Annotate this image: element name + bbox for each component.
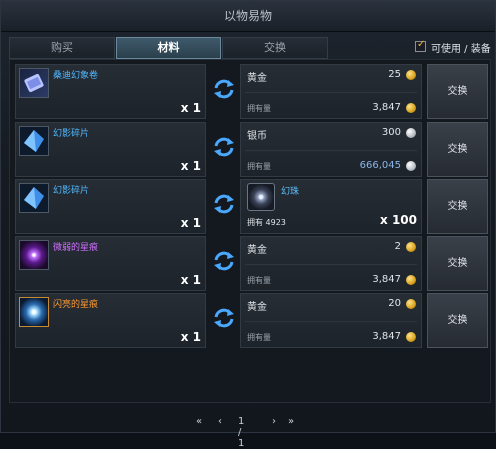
gold-coin-icon — [406, 332, 416, 342]
reward-item-slot[interactable]: 闪亮的星痕 x 1 — [15, 293, 206, 348]
swap-arrows-icon — [212, 192, 236, 216]
exchange-button[interactable]: 交换 — [427, 122, 488, 177]
reward-item-slot[interactable]: 幻影碎片 x 1 — [15, 179, 206, 234]
owned-amount: 拥有 4923 — [247, 218, 286, 227]
cost-divider — [245, 92, 417, 93]
tab-buy[interactable]: 购买 — [9, 37, 115, 59]
cost-item-qty: x 100 — [380, 213, 417, 227]
owned-label: 拥有量 — [247, 162, 271, 171]
swap-arrows-icon — [212, 77, 236, 101]
cost-currency-name: 银币 — [247, 131, 267, 142]
barter-window: 以物易物 购买 材料 交换 ✓ 可使用 / 装备 桑迪幻象卷 x 1 黄金 25… — [0, 0, 496, 449]
reward-item-name: 微弱的星痕 — [53, 243, 99, 253]
cost-amount: 25 — [388, 69, 401, 80]
phantom-orb-icon — [247, 183, 275, 211]
owned-amount: 3,847 — [372, 331, 401, 342]
owned-amount: 3,847 — [372, 274, 401, 285]
exchange-button[interactable]: 交换 — [427, 236, 488, 291]
cost-item-name: 幻珠 — [281, 187, 300, 197]
crystal-shard-icon — [19, 183, 49, 213]
reward-item-name: 桑迪幻象卷 — [53, 71, 99, 81]
swap-arrows-icon — [212, 306, 236, 330]
reward-item-qty: x 1 — [180, 159, 201, 173]
gold-coin-icon — [406, 70, 416, 80]
cost-currency-name: 黄金 — [247, 73, 267, 84]
exchange-row: 闪亮的星痕 x 1 黄金 20 拥有量 3,847 交换 — [15, 293, 488, 348]
reward-item-qty: x 1 — [180, 330, 201, 344]
cost-divider — [245, 321, 417, 322]
cost-slot: 黄金 2 拥有量 3,847 — [240, 236, 422, 291]
cost-amount: 2 — [394, 241, 401, 252]
exchange-button[interactable]: 交换 — [427, 179, 488, 234]
gold-coin-icon — [406, 242, 416, 252]
cost-divider — [245, 264, 417, 265]
checkmark-icon: ✓ — [417, 39, 426, 50]
scroll-icon — [19, 68, 49, 98]
gold-coin-icon — [406, 299, 416, 309]
reward-item-slot[interactable]: 幻影碎片 x 1 — [15, 122, 206, 177]
exchange-button[interactable]: 交换 — [427, 293, 488, 348]
owned-amount: 666,045 — [359, 160, 401, 171]
swap-arrows-icon — [212, 135, 236, 159]
reward-item-qty: x 1 — [180, 273, 201, 287]
exchange-row: 幻影碎片 x 1 银币 300 拥有量 666,045 交换 — [15, 122, 488, 177]
reward-item-slot[interactable]: 桑迪幻象卷 x 1 — [15, 64, 206, 119]
cost-slot: 黄金 20 拥有量 3,847 — [240, 293, 422, 348]
cost-amount: 20 — [388, 298, 401, 309]
crystal-shard-icon — [19, 126, 49, 156]
swap-arrows-icon — [212, 249, 236, 273]
star-mark-purple-icon — [19, 240, 49, 270]
gold-coin-icon — [406, 103, 416, 113]
reward-item-qty: x 1 — [180, 216, 201, 230]
next-page-icon[interactable]: › — [272, 416, 276, 427]
owned-label: 拥有量 — [247, 276, 271, 285]
cost-slot: 银币 300 拥有量 666,045 — [240, 122, 422, 177]
owned-label: 拥有量 — [247, 104, 271, 113]
cost-slot[interactable]: 幻珠 拥有 4923 x 100 — [240, 179, 422, 234]
first-page-icon[interactable]: « — [196, 416, 202, 427]
reward-item-slot[interactable]: 微弱的星痕 x 1 — [15, 236, 206, 291]
owned-label: 拥有量 — [247, 333, 271, 342]
window-title: 以物易物 — [1, 1, 495, 32]
star-mark-orange-icon — [19, 297, 49, 327]
reward-item-name: 闪亮的星痕 — [53, 300, 99, 310]
cost-currency-name: 黄金 — [247, 302, 267, 313]
usable-filter-checkbox[interactable]: ✓ — [415, 39, 426, 52]
owned-amount: 3,847 — [372, 102, 401, 113]
silver-coin-icon — [406, 161, 416, 171]
exchange-button[interactable]: 交换 — [427, 64, 488, 119]
cost-amount: 300 — [381, 127, 401, 138]
prev-page-icon[interactable]: ‹ — [218, 416, 222, 427]
reward-item-qty: x 1 — [180, 101, 201, 115]
exchange-row: 微弱的星痕 x 1 黄金 2 拥有量 3,847 交换 — [15, 236, 488, 291]
tab-exchange[interactable]: 交换 — [222, 37, 328, 59]
cost-divider — [245, 150, 417, 151]
gold-coin-icon — [406, 275, 416, 285]
cost-slot: 黄金 25 拥有量 3,847 — [240, 64, 422, 119]
reward-item-name: 幻影碎片 — [53, 186, 90, 196]
exchange-list: 桑迪幻象卷 x 1 黄金 25 拥有量 3,847 交换 幻影碎片 x 1 银币… — [9, 59, 491, 403]
exchange-row: 桑迪幻象卷 x 1 黄金 25 拥有量 3,847 交换 — [15, 64, 488, 119]
tab-materials[interactable]: 材料 — [116, 37, 221, 59]
usable-filter-label: 可使用 / 装备 — [431, 44, 491, 55]
silver-coin-icon — [406, 128, 416, 138]
cost-currency-name: 黄金 — [247, 245, 267, 256]
reward-item-name: 幻影碎片 — [53, 129, 90, 139]
exchange-row: 幻影碎片 x 1 幻珠 拥有 4923 x 100 交换 — [15, 179, 488, 234]
last-page-icon[interactable]: » — [288, 416, 294, 427]
